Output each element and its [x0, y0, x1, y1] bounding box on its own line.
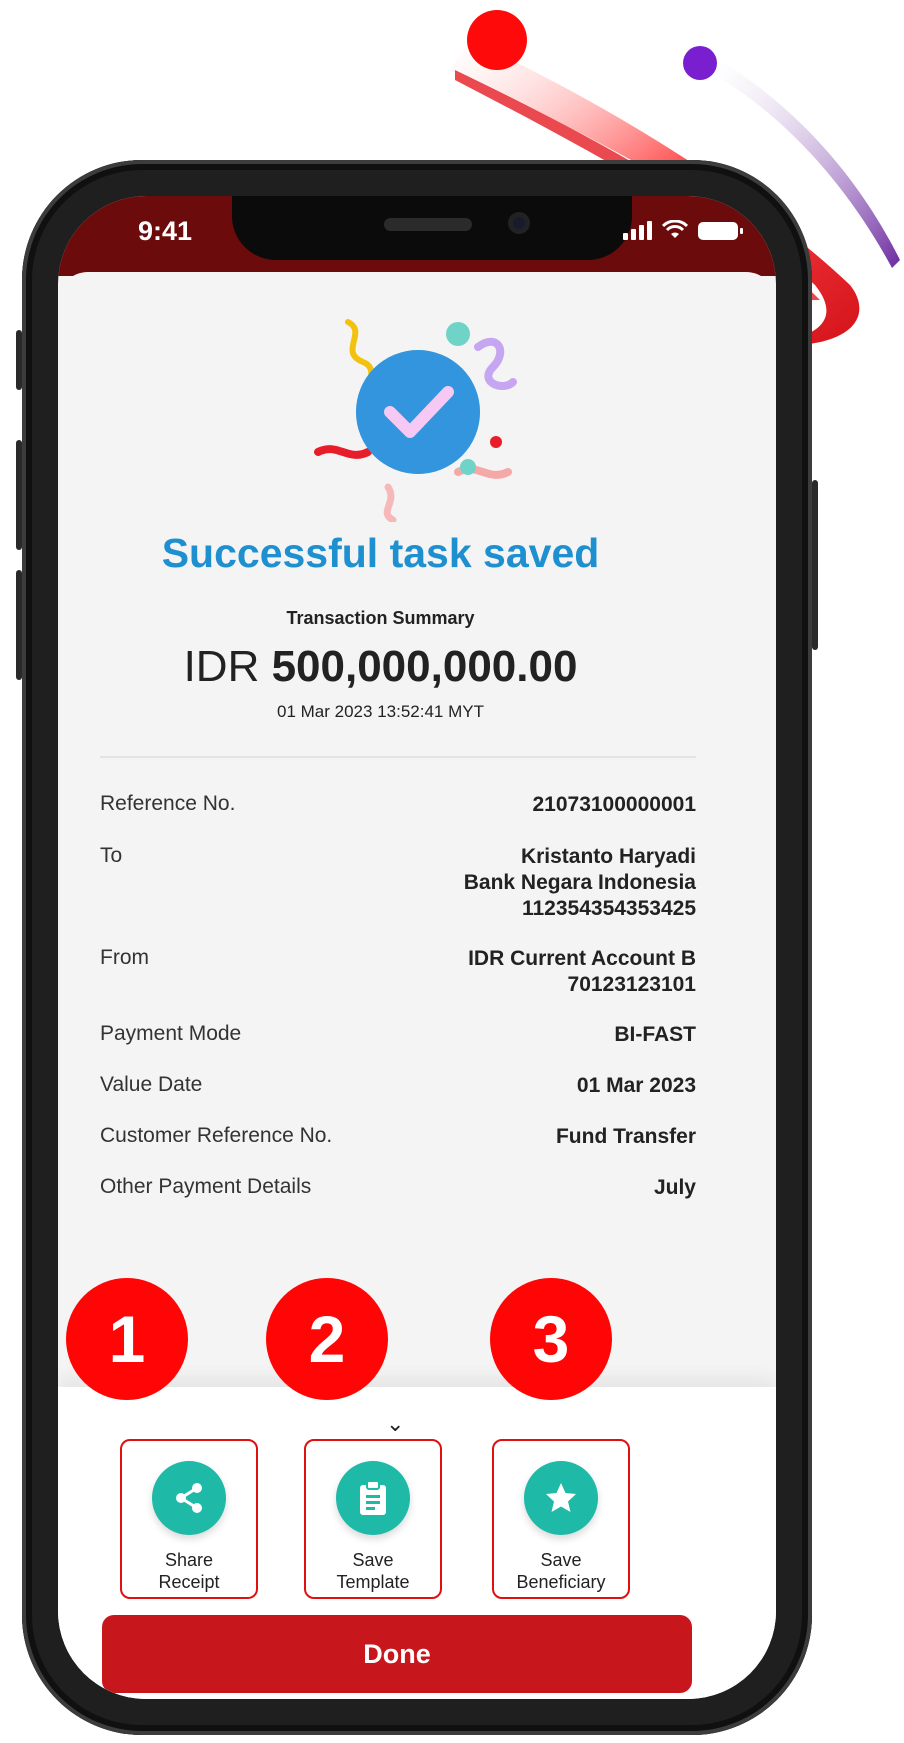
detail-value: Fund Transfer — [555, 1125, 696, 1148]
transaction-timestamp: 01 Mar 2023 13:52:41 MYT — [277, 702, 484, 721]
battery-icon — [698, 222, 743, 240]
detail-row-customer-reference: Customer Reference No. Fund Transfer — [100, 1124, 696, 1150]
success-check-icon — [314, 319, 517, 522]
detail-row-to: To Kristanto Haryadi Bank Negara Indones… — [100, 844, 696, 922]
detail-label: Reference No. — [100, 792, 236, 815]
detail-value: Kristanto Haryadi Bank Negara Indonesia … — [463, 845, 696, 920]
save-template-button[interactable]: Save Template — [304, 1439, 442, 1599]
status-icons — [623, 220, 743, 240]
success-title: Successful task saved — [161, 530, 600, 576]
camera — [508, 212, 530, 234]
save-beneficiary-button[interactable]: Save Beneficiary — [492, 1439, 630, 1599]
power-button — [812, 480, 818, 650]
detail-value: IDR Current Account B 70123123101 — [468, 947, 696, 996]
speaker — [384, 218, 472, 231]
share-receipt-button[interactable]: Share Receipt — [120, 1439, 258, 1599]
divider — [100, 756, 696, 758]
phone-screen: 9:41 Successful task saved Transaction S… — [58, 196, 776, 1699]
detail-row-other-payment: Other Payment Details July — [100, 1175, 696, 1201]
volume-up-button — [16, 440, 22, 550]
star-icon — [524, 1461, 598, 1535]
transaction-amount: IDR 500,000,000.00 — [58, 642, 703, 692]
transaction-details: Reference No. 21073100000001 To Kristant… — [100, 792, 696, 1201]
detail-value: BI-FAST — [614, 1023, 696, 1046]
callout-marker-1: 1 — [66, 1278, 188, 1400]
detail-row-payment-mode: Payment Mode BI-FAST — [100, 1022, 696, 1048]
receipt-content: Successful task saved Transaction Summar… — [58, 272, 776, 1699]
detail-row-from: From IDR Current Account B 70123123101 — [100, 946, 696, 998]
wifi-icon — [662, 220, 688, 238]
status-bar: 9:41 — [58, 196, 776, 276]
mute-switch — [16, 330, 22, 390]
detail-value: 01 Mar 2023 — [576, 1074, 696, 1097]
summary-label: Transaction Summary — [286, 608, 475, 628]
amount-currency: IDR — [183, 642, 260, 691]
detail-label: Payment Mode — [100, 1022, 242, 1045]
done-button[interactable]: Done — [102, 1615, 692, 1693]
detail-value: July — [653, 1176, 696, 1199]
notch — [232, 196, 632, 260]
detail-label: Other Payment Details — [100, 1175, 312, 1198]
signal-icon — [623, 221, 652, 240]
phone-frame: 9:41 Successful task saved Transaction S… — [16, 160, 818, 1735]
save-beneficiary-label: Save Beneficiary — [516, 1550, 606, 1592]
bottom-action-panel: ⌄ Share Receipt Save Template Save Benef… — [58, 1387, 776, 1699]
status-time: 9:41 — [138, 216, 193, 246]
detail-label: To — [100, 844, 123, 867]
detail-row-value-date: Value Date 01 Mar 2023 — [100, 1073, 696, 1099]
save-template-label: Save Template — [336, 1550, 410, 1592]
clipboard-icon — [336, 1461, 410, 1535]
callout-marker-2: 2 — [266, 1278, 388, 1400]
stage: 9:41 Successful task saved Transaction S… — [0, 0, 904, 1743]
detail-value: 21073100000001 — [532, 793, 696, 816]
detail-label: From — [100, 946, 149, 969]
detail-label: Customer Reference No. — [100, 1124, 333, 1147]
share-receipt-label: Share Receipt — [158, 1550, 220, 1592]
callout-marker-3: 3 — [490, 1278, 612, 1400]
detail-row-reference: Reference No. 21073100000001 — [100, 792, 696, 818]
volume-down-button — [16, 570, 22, 680]
share-icon — [152, 1461, 226, 1535]
detail-label: Value Date — [100, 1073, 203, 1096]
amount-value: 500,000,000.00 — [271, 642, 578, 691]
chevron-down-icon[interactable]: ⌄ — [386, 1411, 404, 1437]
